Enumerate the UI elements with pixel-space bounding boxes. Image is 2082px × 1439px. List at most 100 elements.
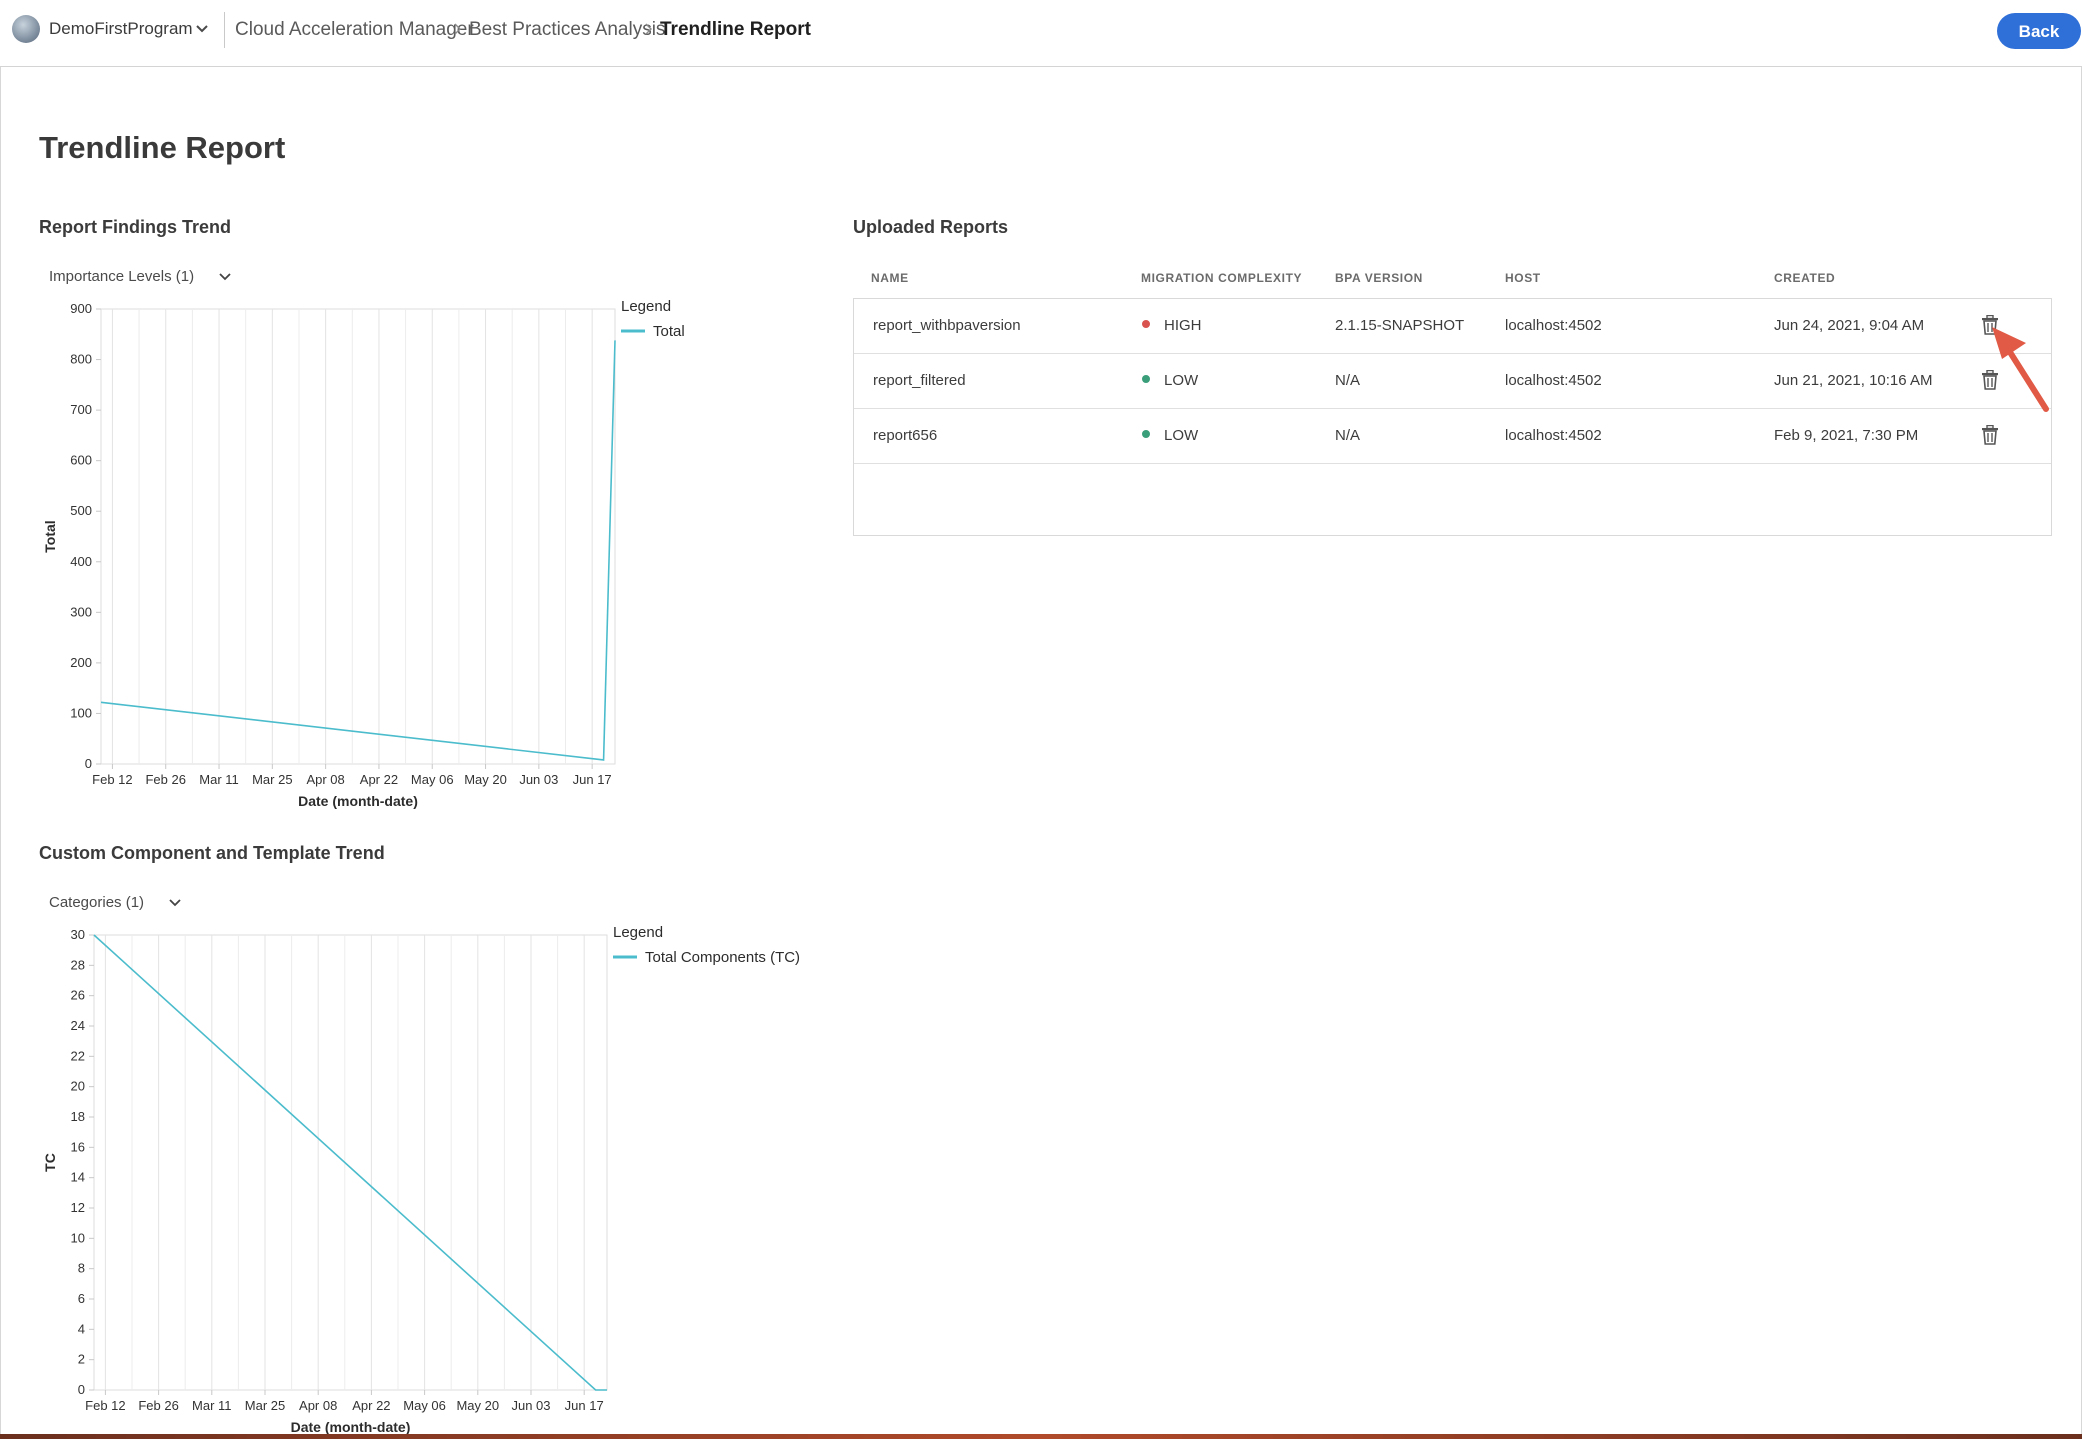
breadcrumb-current: Trendline Report [660, 19, 811, 40]
y-axis-label: Total [42, 520, 58, 552]
x-tick-label: Apr 22 [360, 772, 398, 787]
chevron-down-icon[interactable] [193, 20, 211, 38]
legend-title: Legend [613, 924, 663, 941]
x-tick-label: Feb 26 [138, 1398, 178, 1413]
chevron-down-icon [219, 273, 231, 281]
y-tick-label: 8 [78, 1261, 85, 1276]
bpa-version: N/A [1335, 372, 1361, 389]
findings-section-title: Report Findings Trend [39, 217, 231, 237]
created-date: Feb 9, 2021, 7:30 PM [1774, 427, 1919, 444]
x-tick-label: Mar 11 [192, 1398, 232, 1413]
migration-complexity: HIGH [1142, 317, 1202, 334]
chevron-right-icon [645, 23, 652, 35]
plot-area [93, 934, 608, 1391]
x-tick-label: Feb 12 [92, 772, 132, 787]
divider [224, 12, 225, 48]
x-tick-label: Apr 22 [352, 1398, 390, 1413]
column-header-host[interactable]: HOST [1505, 271, 1541, 285]
uploaded-reports-title: Uploaded Reports [853, 217, 1009, 237]
x-tick-label: Jun 17 [573, 772, 612, 787]
legend-label: Total Components (TC) [645, 949, 800, 966]
column-header-migration-complexity[interactable]: MIGRATION COMPLEXITY [1141, 271, 1302, 285]
x-tick-label: May 20 [464, 772, 507, 787]
host: localhost:4502 [1505, 427, 1602, 444]
y-tick-label: 800 [70, 352, 92, 367]
series-line [100, 340, 616, 761]
table-row[interactable]: report_withbpaversion HIGH 2.1.15-SNAPSH… [854, 299, 2051, 354]
column-header-bpa-version[interactable]: BPA VERSION [1335, 271, 1423, 285]
migration-complexity: LOW [1142, 372, 1198, 389]
migration-complexity: LOW [1142, 427, 1198, 444]
y-tick-label: 0 [78, 1382, 85, 1397]
created-date: Jun 24, 2021, 9:04 AM [1774, 317, 1925, 334]
y-tick-label: 100 [70, 705, 92, 720]
categories-label: Categories (1) [49, 894, 145, 911]
y-tick-label: 700 [70, 402, 92, 417]
x-tick-label: Feb 26 [145, 772, 185, 787]
series-line [93, 934, 607, 1391]
y-tick-label: 18 [71, 1109, 85, 1124]
y-tick-label: 14 [71, 1170, 85, 1185]
bpa-version: N/A [1335, 427, 1361, 444]
x-tick-label: Apr 08 [299, 1398, 337, 1413]
importance-levels-label: Importance Levels (1) [49, 268, 195, 285]
program-avatar[interactable] [12, 15, 40, 43]
y-tick-label: 400 [70, 554, 92, 569]
status-dot [1142, 430, 1150, 438]
y-tick-label: 24 [71, 1018, 85, 1033]
bpa-version: 2.1.15-SNAPSHOT [1335, 317, 1465, 334]
y-tick-label: 28 [71, 957, 85, 972]
x-tick-label: May 20 [456, 1398, 499, 1413]
categories-picker[interactable]: Categories (1) [49, 894, 182, 911]
y-tick-label: 500 [70, 503, 92, 518]
importance-levels-picker[interactable]: Importance Levels (1) [49, 268, 232, 285]
trash-icon[interactable] [1981, 425, 1999, 445]
y-tick-label: 200 [70, 655, 92, 670]
findings-trend-chart: Feb 12 Feb 26 Mar 11 Mar 25 Apr 08 Apr 22 May … [42, 298, 685, 809]
chevron-down-icon [169, 899, 181, 907]
x-tick-label: Mar 11 [199, 772, 239, 787]
x-tick-label: Mar 25 [252, 772, 292, 787]
y-tick-label: 22 [71, 1048, 85, 1063]
back-button[interactable]: Back [1997, 13, 2081, 49]
y-tick-label: 2 [78, 1352, 85, 1367]
program-switcher-label[interactable]: DemoFirstProgram [49, 19, 193, 39]
top-bar: DemoFirstProgram Cloud Acceleration Mana… [0, 0, 2082, 67]
window-edge [0, 1434, 2082, 1439]
report-name: report_filtered [873, 372, 966, 389]
x-tick-label: Jun 17 [565, 1398, 604, 1413]
y-tick-label: 6 [78, 1291, 85, 1306]
annotation-arrow-icon [1992, 327, 2049, 412]
page-title: Trendline Report [39, 130, 286, 165]
status-dot [1142, 375, 1150, 383]
y-tick-label: 12 [71, 1200, 85, 1215]
breadcrumb-cloud-acceleration-manager[interactable]: Cloud Acceleration Manager [235, 19, 474, 41]
complexity-label: LOW [1164, 372, 1199, 389]
y-tick-label: 20 [71, 1079, 85, 1094]
legend-label: Total [653, 323, 685, 340]
x-tick-label: Mar 25 [245, 1398, 285, 1413]
components-section-title: Custom Component and Template Trend [39, 843, 385, 863]
x-axis-label: Date (month-date) [291, 1419, 411, 1435]
reports-table: report_withbpaversion HIGH 2.1.15-SNAPSH… [853, 298, 2052, 536]
report-name: report656 [873, 427, 938, 444]
x-tick-label: Apr 08 [306, 772, 344, 787]
y-tick-label: 4 [78, 1321, 85, 1336]
complexity-label: LOW [1164, 427, 1199, 444]
y-tick-label: 30 [71, 927, 85, 942]
x-tick-label: Jun 03 [519, 772, 558, 787]
table-row[interactable]: report_filtered LOW N/A localhost:4502 J… [854, 354, 2051, 409]
table-row[interactable]: report656 LOW N/A localhost:4502 Feb 9, … [854, 409, 2051, 464]
status-dot [1142, 320, 1150, 328]
breadcrumb-best-practices-analysis[interactable]: Best Practices Analysis [469, 19, 665, 41]
y-axis-label: TC [42, 1153, 58, 1172]
y-tick-label: 26 [71, 988, 85, 1003]
created-date: Jun 21, 2021, 10:16 AM [1774, 372, 1933, 389]
y-tick-label: 16 [71, 1139, 85, 1154]
chevron-right-icon [454, 23, 461, 35]
column-header-name[interactable]: NAME [871, 271, 909, 285]
components-trend-chart: Feb 12 Feb 26 Mar 11 Mar 25 Apr 08 Apr 22 May … [42, 924, 800, 1435]
complexity-label: HIGH [1164, 317, 1202, 334]
column-header-created[interactable]: CREATED [1774, 271, 1835, 285]
report-name: report_withbpaversion [873, 317, 1021, 334]
